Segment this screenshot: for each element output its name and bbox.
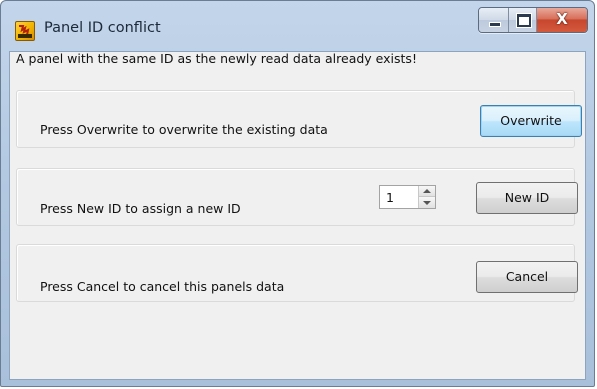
overwrite-button[interactable]: Overwrite	[480, 105, 582, 137]
cancel-group: Press Cancel to cancel this panels data …	[16, 244, 578, 302]
new-id-button[interactable]: New ID	[476, 182, 578, 214]
spinner-down-button[interactable]	[419, 197, 435, 208]
fel-app-icon[interactable]	[15, 21, 35, 41]
chevron-up-icon	[423, 189, 431, 193]
new-id-spinner	[379, 185, 436, 209]
window-title: Panel ID conflict	[44, 20, 161, 36]
spinner-up-button[interactable]	[419, 186, 435, 197]
caption-buttons: X	[478, 7, 588, 33]
minimize-button[interactable]	[479, 8, 509, 32]
minimize-icon	[489, 22, 501, 27]
close-button[interactable]: X	[537, 8, 587, 32]
overwrite-group: Press Overwrite to overwrite the existin…	[16, 90, 582, 148]
chevron-down-icon	[423, 201, 431, 205]
new-id-group: Press New ID to assign a new ID New ID	[16, 168, 578, 226]
new-id-input[interactable]	[380, 186, 418, 208]
title-bar[interactable]: Panel ID conflict X	[1, 1, 594, 49]
conflict-message: A panel with the same ID as the newly re…	[16, 51, 417, 66]
overwrite-instruction: Press Overwrite to overwrite the existin…	[40, 122, 328, 137]
close-icon: X	[556, 10, 568, 28]
new-id-instruction: Press New ID to assign a new ID	[40, 201, 241, 216]
cancel-instruction: Press Cancel to cancel this panels data	[40, 279, 285, 294]
maximize-icon	[516, 13, 532, 28]
maximize-button[interactable]	[509, 8, 537, 32]
spinner-arrows	[418, 186, 435, 208]
cancel-button[interactable]: Cancel	[476, 261, 578, 293]
